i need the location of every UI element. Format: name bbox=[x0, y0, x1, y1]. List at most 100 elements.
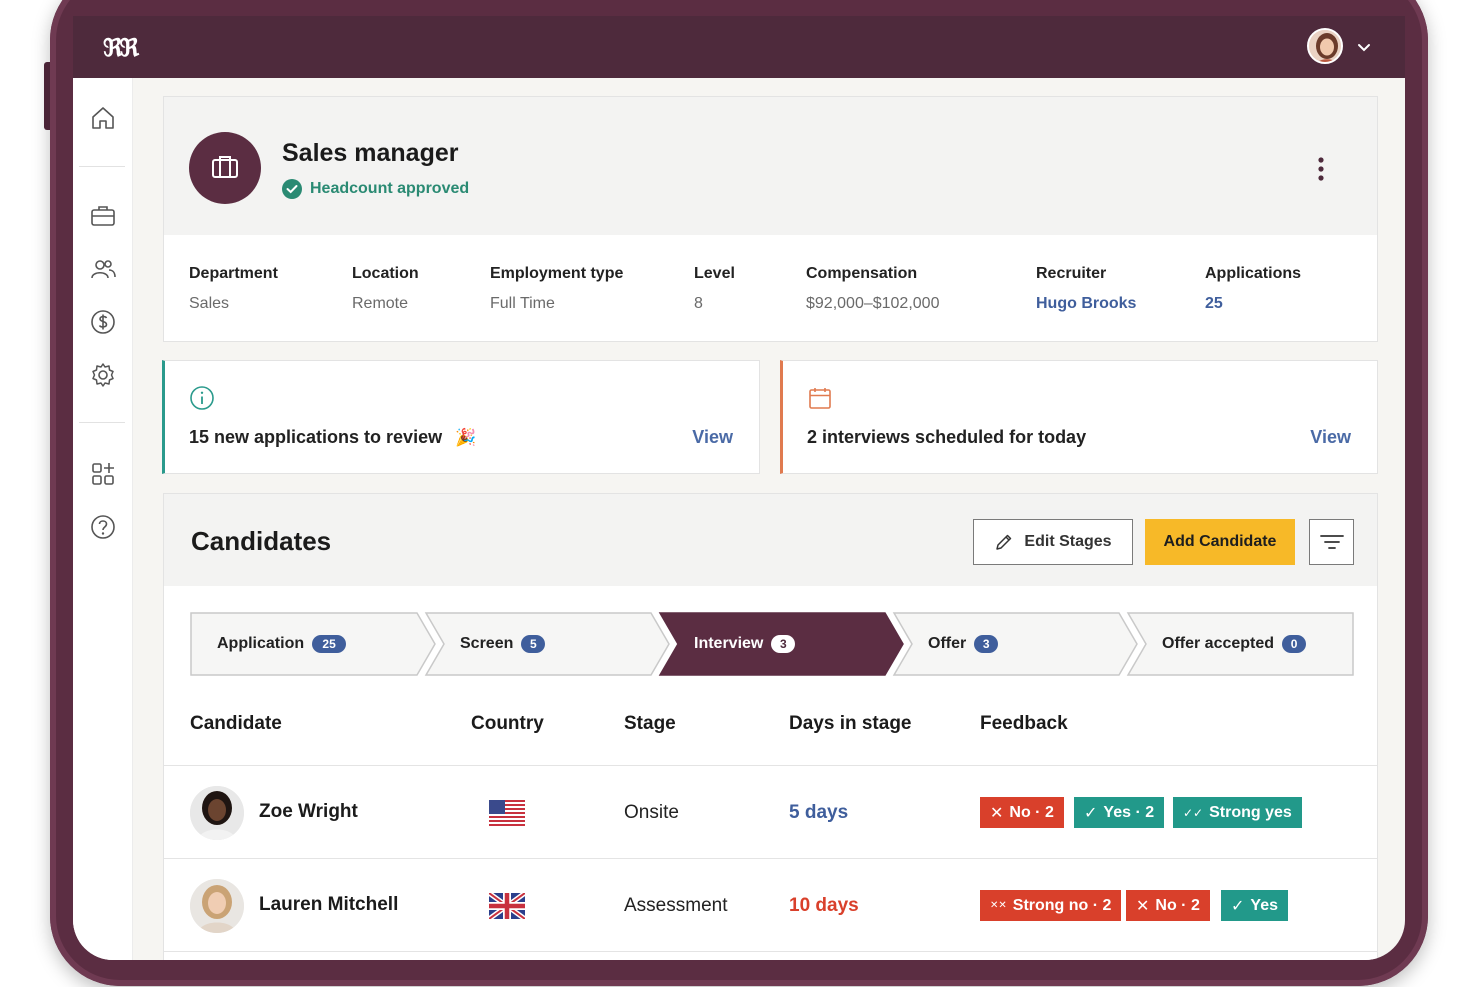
candidate-photo bbox=[190, 879, 244, 933]
stage-tab-application[interactable]: Application 25 bbox=[217, 612, 347, 676]
meta-value: Remote bbox=[352, 295, 409, 312]
meta-value: $92,000–$102,000 bbox=[806, 295, 940, 312]
stage-tab-offer[interactable]: Offer 3 bbox=[928, 612, 999, 676]
add-widget-icon[interactable] bbox=[89, 460, 117, 488]
feedback-badge-yes: ✓ Yes · 2 bbox=[1074, 797, 1165, 828]
edit-stages-button[interactable]: Edit Stages bbox=[973, 519, 1133, 565]
meta-value: 8 bbox=[694, 295, 703, 312]
stage-count-badge: 3 bbox=[974, 635, 999, 653]
info-icon bbox=[190, 386, 214, 410]
people-icon[interactable] bbox=[89, 255, 117, 283]
app-logo[interactable]: ℜℜ bbox=[103, 33, 139, 62]
stage-count-badge: 5 bbox=[521, 635, 546, 653]
candidate-name[interactable]: Lauren Mitchell bbox=[259, 894, 398, 916]
meta-label: Department bbox=[189, 265, 278, 282]
party-popper-icon: 🎉 bbox=[455, 428, 477, 447]
user-avatar-image bbox=[1309, 30, 1341, 62]
candidate-name[interactable]: Zoe Wright bbox=[259, 801, 358, 823]
app-screen: ℜℜ Sales manager Headcount approved Depa… bbox=[73, 16, 1405, 960]
meta-value: Sales bbox=[189, 295, 230, 312]
alert-new-applications: 15 new applications to review 🎉 View bbox=[162, 360, 760, 474]
candidates-card: Candidates Edit Stages Add Candidate App… bbox=[163, 493, 1378, 960]
briefcase-icon bbox=[212, 156, 238, 178]
us-flag-icon bbox=[489, 800, 525, 826]
close-icon: ✕ bbox=[990, 804, 1004, 822]
job-title: Sales manager bbox=[282, 139, 459, 167]
meta-employment-type: Employment type Full Time bbox=[490, 265, 623, 313]
user-avatar[interactable] bbox=[1307, 28, 1343, 64]
top-bar: ℜℜ bbox=[73, 16, 1405, 78]
check-circle-icon bbox=[282, 179, 302, 199]
column-header-feedback[interactable]: Feedback bbox=[980, 713, 1068, 735]
applications-link[interactable]: 25 bbox=[1205, 295, 1301, 313]
meta-department: Department Sales bbox=[189, 265, 278, 313]
help-icon[interactable] bbox=[89, 513, 117, 541]
stage-tab-interview[interactable]: Interview 3 bbox=[694, 612, 796, 676]
add-candidate-button[interactable]: Add Candidate bbox=[1145, 519, 1295, 565]
meta-compensation: Compensation $92,000–$102,000 bbox=[806, 265, 939, 313]
candidate-avatar bbox=[190, 786, 244, 840]
chevron-down-icon[interactable] bbox=[1355, 38, 1373, 56]
alert-interviews-today: 2 interviews scheduled for today View bbox=[780, 360, 1378, 474]
meta-label: Location bbox=[352, 265, 419, 282]
feedback-badge-strong-yes: ✓✓ Strong yes bbox=[1173, 797, 1302, 828]
device-side-button bbox=[44, 62, 50, 130]
meta-applications: Applications 25 bbox=[1205, 265, 1301, 313]
feedback-label: Strong yes bbox=[1209, 803, 1292, 821]
briefcase-icon[interactable] bbox=[89, 202, 117, 230]
column-header-days-in-stage[interactable]: Days in stage bbox=[789, 713, 912, 735]
recruiter-link[interactable]: Hugo Brooks bbox=[1036, 295, 1136, 313]
stage-tab-offer-accepted[interactable]: Offer accepted 0 bbox=[1162, 612, 1307, 676]
feedback-badge-no: ✕ No · 2 bbox=[1126, 890, 1210, 921]
row-divider bbox=[164, 858, 1377, 859]
stage-count-badge: 3 bbox=[771, 635, 796, 653]
gear-icon[interactable] bbox=[89, 361, 117, 389]
feedback-label: Yes bbox=[1250, 896, 1278, 914]
stage-count-badge: 0 bbox=[1282, 635, 1307, 653]
row-divider bbox=[164, 951, 1377, 952]
column-header-candidate[interactable]: Candidate bbox=[190, 713, 282, 735]
filter-icon bbox=[1320, 535, 1344, 549]
view-interviews-link[interactable]: View bbox=[1310, 427, 1351, 448]
stage-tab-screen[interactable]: Screen 5 bbox=[460, 612, 546, 676]
stage-label: Screen bbox=[460, 635, 514, 652]
candidate-avatar bbox=[190, 879, 244, 933]
feedback-label: Strong no · 2 bbox=[1012, 896, 1112, 914]
candidates-title: Candidates bbox=[191, 526, 332, 556]
meta-label: Employment type bbox=[490, 265, 624, 282]
headcount-status: Headcount approved bbox=[282, 179, 469, 199]
job-summary-card: Sales manager Headcount approved Departm… bbox=[163, 96, 1378, 342]
stage-pipeline: Application 25 Screen 5 Interview 3 Offe… bbox=[190, 612, 1354, 676]
meta-label: Applications bbox=[1205, 265, 1302, 282]
feedback-badge-strong-no: ✕✕ Strong no · 2 bbox=[980, 890, 1122, 921]
check-icon: ✓ bbox=[1231, 897, 1245, 915]
stage-label: Interview bbox=[694, 635, 764, 652]
filter-button[interactable] bbox=[1309, 519, 1354, 565]
job-badge bbox=[189, 132, 261, 204]
dollar-icon[interactable] bbox=[89, 308, 117, 336]
feedback-badge-yes: ✓ Yes bbox=[1221, 890, 1288, 921]
alert-message: 15 new applications to review 🎉 bbox=[189, 427, 476, 448]
candidate-days-in-stage: 5 days bbox=[789, 802, 849, 823]
close-icon: ✕ bbox=[1136, 897, 1150, 915]
meta-label: Compensation bbox=[806, 265, 918, 282]
candidate-stage: Assessment bbox=[624, 895, 728, 916]
stage-label: Application bbox=[217, 635, 305, 652]
stage-label: Offer bbox=[928, 635, 967, 652]
stage-label: Offer accepted bbox=[1162, 635, 1275, 652]
pencil-icon bbox=[996, 534, 1012, 550]
sidebar-divider bbox=[79, 422, 125, 423]
sidebar bbox=[73, 78, 133, 960]
more-options-icon[interactable] bbox=[1309, 155, 1333, 183]
edit-stages-label: Edit Stages bbox=[1024, 533, 1112, 550]
feedback-badge-no: ✕ No · 2 bbox=[980, 797, 1064, 828]
column-header-country[interactable]: Country bbox=[471, 713, 544, 735]
home-icon[interactable] bbox=[89, 104, 117, 132]
candidate-stage: Onsite bbox=[624, 802, 679, 823]
uk-flag-icon bbox=[489, 893, 525, 919]
stage-count-badge: 25 bbox=[312, 635, 347, 653]
alert-message-text: 15 new applications to review bbox=[189, 427, 443, 447]
view-applications-link[interactable]: View bbox=[692, 427, 733, 448]
column-header-stage[interactable]: Stage bbox=[624, 713, 676, 735]
meta-level: Level 8 bbox=[694, 265, 735, 313]
